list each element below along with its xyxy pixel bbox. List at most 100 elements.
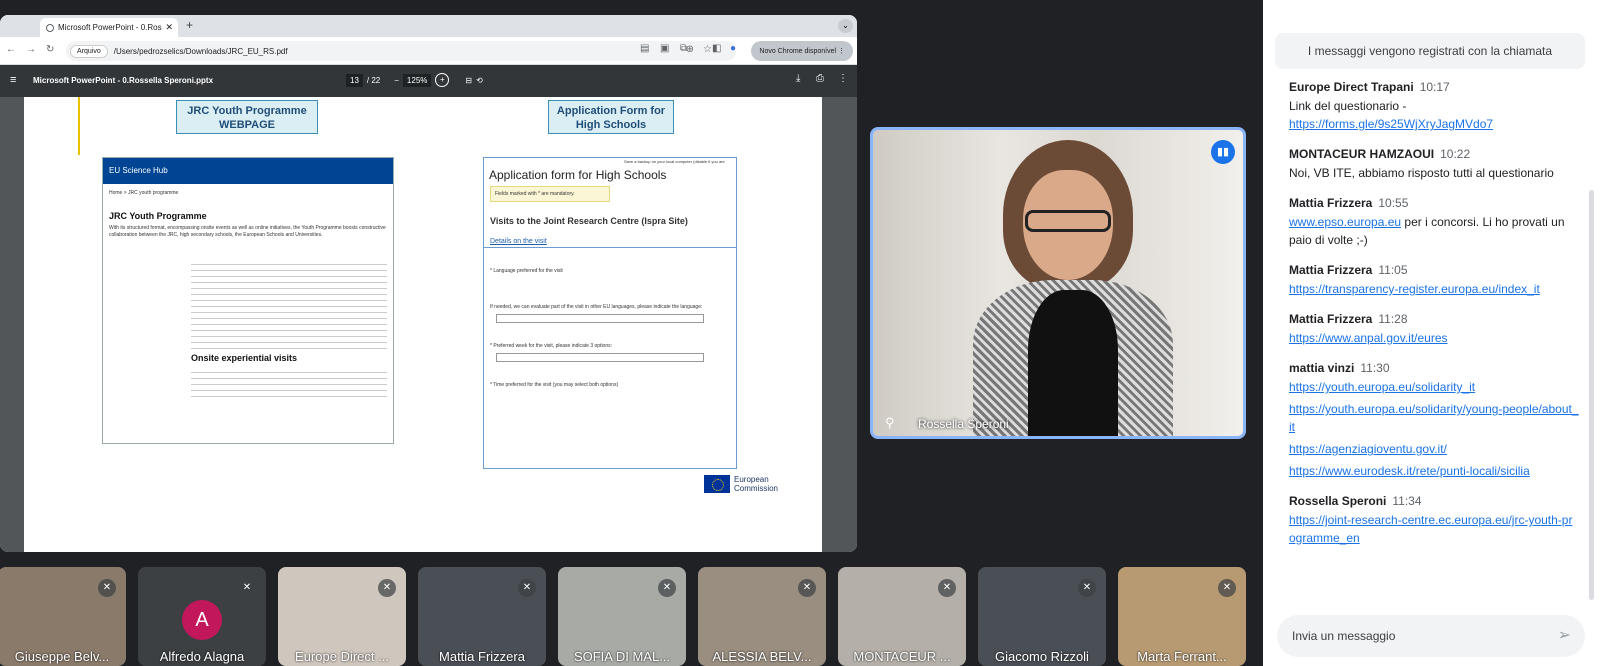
globe-icon — [46, 23, 54, 32]
chat-scrollbar[interactable] — [1589, 190, 1594, 600]
pdf-toolbar: ≡ Microsoft PowerPoint - 0.Rossella Sper… — [0, 65, 857, 97]
close-tab-icon[interactable]: ✕ — [165, 22, 173, 33]
message-time: 10:17 — [1419, 80, 1450, 94]
participant-tile[interactable]: ✕ Mattia Frizzera — [418, 567, 546, 666]
zoom-in-icon[interactable]: + — [435, 73, 450, 87]
print-icon[interactable]: ⎙ — [816, 73, 824, 84]
pdf-title: Microsoft PowerPoint - 0.Rossella Speron… — [33, 76, 214, 85]
avatar: A — [182, 600, 222, 640]
web-intro: With its structured format, encompassing… — [109, 225, 386, 238]
message-author: Mattia Frizzera 10:55 — [1289, 196, 1409, 210]
participant-name: Europe Direct ... — [295, 649, 389, 664]
speaker-name: Rossella Speroni — [918, 417, 1009, 431]
cast-icon[interactable]: ▤ — [640, 43, 649, 54]
fit-page-icon[interactable]: ⊟ — [465, 76, 472, 85]
chat-message: Europe Direct Trapani 10:17 Link del quest… — [1289, 80, 1579, 133]
zoom-input[interactable]: 125% — [402, 73, 432, 87]
message-time: 11:28 — [1378, 312, 1408, 326]
pdf-viewer[interactable]: JRC Youth Programme WEBPAGE Application … — [0, 97, 857, 552]
menu-icon[interactable]: ≡ — [10, 74, 16, 86]
chat-message: MONTACEUR HAMZAOUI 10:22 Noi, VB ITE, abbi… — [1289, 147, 1579, 182]
participant-name: SOFIA DI MAL... — [573, 649, 671, 664]
browser-tab[interactable]: Microsoft PowerPoint - 0.Ros ✕ — [40, 18, 178, 37]
participant-tile[interactable]: ✕ Giacomo Rizzoli — [978, 567, 1106, 666]
extension-icon[interactable]: ▣ — [660, 43, 669, 54]
back-icon[interactable]: ← — [6, 44, 16, 55]
message-link[interactable]: https://www.anpal.gov.it/eures — [1289, 329, 1579, 347]
participant-name: MONTACEUR ... — [853, 649, 951, 664]
speaking-indicator-icon: ▮▮ — [1211, 140, 1235, 164]
mic-off-icon: ✕ — [378, 579, 396, 597]
page-input[interactable]: 13 — [346, 73, 363, 87]
message-author: Europe Direct Trapani 10:17 — [1289, 80, 1450, 94]
reload-icon[interactable]: ↻ — [46, 44, 54, 55]
browser-tabbar: Microsoft PowerPoint - 0.Ros ✕ + ⌄ — [0, 15, 857, 37]
message-link[interactable]: https://forms.gle/9s25WjXryJagMVdo7 — [1289, 115, 1579, 133]
zoom-out-icon[interactable]: − — [394, 76, 399, 85]
update-chrome-button[interactable]: Novo Chrome disponível ⋮ — [751, 41, 853, 61]
new-tab-icon[interactable]: + — [186, 18, 193, 32]
tab-title: Microsoft PowerPoint - 0.Ros — [58, 23, 162, 32]
mic-off-icon: ✕ — [98, 579, 116, 597]
webpage-label-box: JRC Youth Programme WEBPAGE — [176, 100, 318, 134]
web-section-text — [191, 367, 387, 397]
download-icon[interactable]: ⤓ — [796, 73, 800, 84]
rotate-icon[interactable]: ⟲ — [476, 76, 483, 85]
pin-icon[interactable]: ⚲ — [885, 415, 895, 431]
chat-messages: Europe Direct Trapani 10:17 Link del quest… — [1289, 80, 1579, 561]
chat-input[interactable]: Invia un messaggio ➢ — [1277, 615, 1585, 657]
webpage-screenshot: EU Science Hub Home > JRC youth programm… — [102, 157, 394, 444]
participant-name: ALESSIA BELV... — [712, 649, 812, 664]
message-link[interactable]: https://youth.europa.eu/solidarity/young… — [1289, 400, 1579, 436]
tab-search-icon[interactable]: ⌄ — [838, 19, 853, 33]
participant-name: Giacomo Rizzoli — [995, 649, 1089, 664]
message-link[interactable]: www.epso.europa.eu — [1289, 215, 1401, 229]
form-subtitle: Visits to the Joint Research Centre (Isp… — [490, 216, 688, 226]
url-text: /Users/pedrozselics/Downloads/JRC_EU_RS.… — [113, 46, 288, 56]
participant-name: Marta Ferrant... — [1137, 649, 1227, 664]
message-link[interactable]: https://youth.europa.eu/solidarity_it — [1289, 378, 1579, 396]
update-chrome-label: Novo Chrome disponível — [759, 47, 837, 55]
participant-tile[interactable]: ✕ MONTACEUR ... — [838, 567, 966, 666]
profile-icon[interactable]: ● — [730, 43, 736, 54]
form-divider — [484, 247, 736, 248]
web-heading: JRC Youth Programme — [109, 211, 207, 221]
forward-icon[interactable]: → — [26, 44, 36, 55]
participant-tile[interactable]: ✕ SOFIA DI MAL... — [558, 567, 686, 666]
sidepanel-icon[interactable]: ◧ — [712, 43, 721, 54]
form-label-box: Application Form for High Schools — [548, 100, 674, 134]
participant-tile[interactable]: ✕ Europe Direct ... — [278, 567, 406, 666]
accent-line — [78, 97, 80, 155]
mic-off-icon: ✕ — [938, 579, 956, 597]
mic-off-icon: ✕ — [1218, 579, 1236, 597]
web-breadcrumb: Home > JRC youth programme — [109, 190, 179, 196]
speaker-tile[interactable]: ▮▮ ⚲ Rossella Speroni — [870, 127, 1246, 439]
message-author: MONTACEUR HAMZAOUI 10:22 — [1289, 147, 1471, 161]
message-author: Mattia Frizzera 11:28 — [1289, 312, 1408, 326]
message-link[interactable]: https://joint-research-centre.ec.europa.… — [1289, 511, 1579, 547]
chat-input-placeholder: Invia un messaggio — [1292, 629, 1396, 643]
page-controls: 13 / 22 − 125% + ⊟ ⟲ — [346, 73, 483, 87]
message-link[interactable]: https://www.eurodesk.it/rete/punti-local… — [1289, 462, 1579, 480]
chat-recording-banner: I messaggi vengono registrati con la chi… — [1275, 33, 1585, 69]
form-backup-note: Save a backup on your local computer (di… — [624, 159, 725, 164]
chat-message: mattia vinzi 11:30 https://youth.europa.eu… — [1289, 361, 1579, 480]
puzzle-icon[interactable]: ⧉ — [680, 43, 687, 54]
form-details-link: Details on the visit — [490, 238, 547, 245]
message-time: 11:05 — [1378, 263, 1408, 277]
omnibox[interactable]: Arquivo /Users/pedrozselics/Downloads/JR… — [66, 41, 736, 61]
ec-logo: European Commission — [704, 475, 784, 493]
participant-name: Giuseppe Belv... — [14, 649, 110, 664]
participant-tile[interactable]: ✕ ALESSIA BELV... — [698, 567, 826, 666]
form-q2: If needed, we can evaluate part of the v… — [490, 304, 703, 310]
send-icon[interactable]: ➢ — [1558, 625, 1571, 645]
bookmark-star-icon[interactable]: ☆ — [703, 44, 712, 55]
participant-tile[interactable]: A ✕ Alfredo Alagna — [138, 567, 266, 666]
form-field-1 — [496, 314, 704, 323]
message-link[interactable]: https://transparency-register.europa.eu/… — [1289, 280, 1579, 298]
form-q1: * Language preferred for the visit — [490, 268, 563, 274]
message-link[interactable]: https://agenziagioventu.gov.it/ — [1289, 440, 1579, 458]
participant-tile[interactable]: ✕ Giuseppe Belv... — [0, 567, 126, 666]
participant-tile[interactable]: ✕ Marta Ferrant... — [1118, 567, 1246, 666]
more-icon[interactable]: ⋮ — [838, 73, 848, 84]
